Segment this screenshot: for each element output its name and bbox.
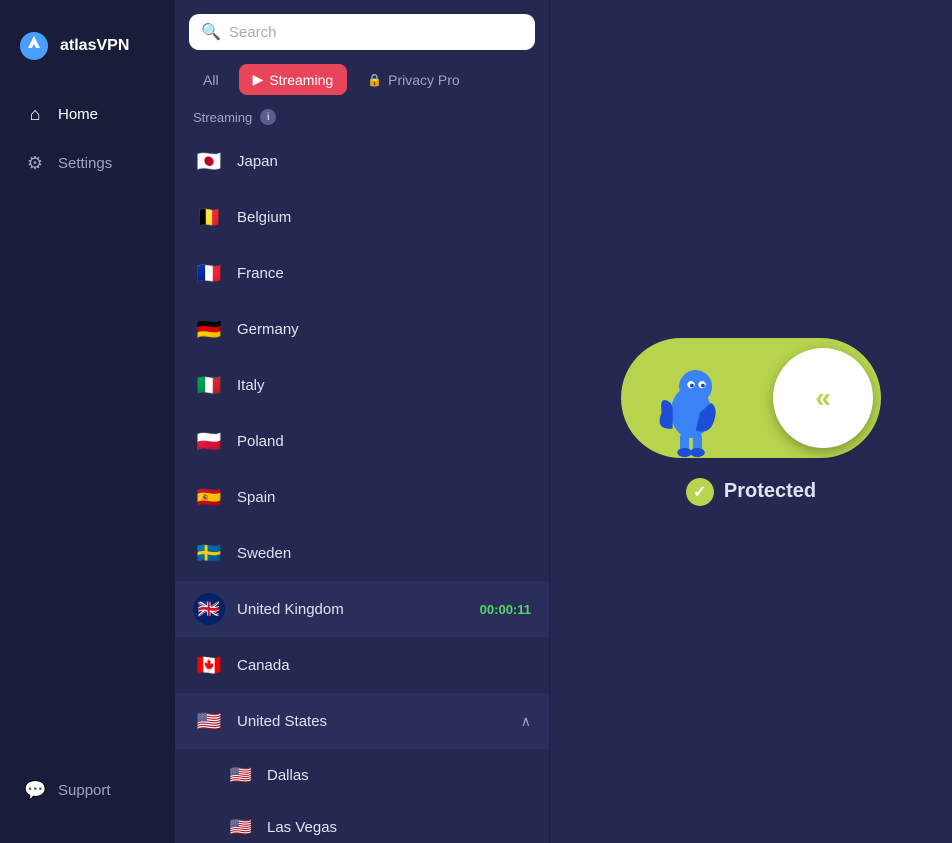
location-name-uk: United Kingdom xyxy=(237,601,468,618)
support-icon: 💬 xyxy=(24,780,46,801)
tab-streaming-label: Streaming xyxy=(269,72,333,88)
flag-germany: 🇩🇪 xyxy=(193,313,225,345)
tab-streaming[interactable]: ▶ Streaming xyxy=(239,64,348,95)
sidebar-item-home[interactable]: ⌂ Home xyxy=(10,92,165,137)
flag-belgium: 🇧🇪 xyxy=(193,201,225,233)
flag-us: 🇺🇸 xyxy=(193,705,225,737)
location-list: 🇯🇵 Japan 🇧🇪 Belgium 🇫🇷 France 🇩🇪 Germany xyxy=(175,133,549,843)
sidebar-item-settings-label: Settings xyxy=(58,155,112,172)
sidebar-item-settings[interactable]: ⚙ Settings xyxy=(10,141,165,186)
location-name-belgium: Belgium xyxy=(237,209,531,226)
home-icon: ⌂ xyxy=(24,104,46,125)
location-item-us[interactable]: 🇺🇸 United States ∧ xyxy=(175,693,549,749)
location-name-las-vegas: Las Vegas xyxy=(267,819,531,836)
sidebar-item-support-label: Support xyxy=(58,782,111,799)
settings-icon: ⚙ xyxy=(24,153,46,174)
location-name-canada: Canada xyxy=(237,657,531,674)
lock-icon: 🔒 xyxy=(367,73,382,87)
location-name-italy: Italy xyxy=(237,377,531,394)
protected-check-icon: ✓ xyxy=(686,478,714,506)
sidebar-item-support[interactable]: 💬 Support xyxy=(10,768,165,813)
chevron-up-icon: ∧ xyxy=(521,713,531,730)
sidebar-nav: ⌂ Home ⚙ Settings xyxy=(0,92,175,768)
right-panel: « ✓ Protected xyxy=(550,0,952,843)
location-item-japan[interactable]: 🇯🇵 Japan xyxy=(175,133,549,189)
flag-canada: 🇨🇦 xyxy=(193,649,225,681)
info-icon[interactable]: i xyxy=(260,109,276,125)
location-item-canada[interactable]: 🇨🇦 Canada xyxy=(175,637,549,693)
search-icon: 🔍 xyxy=(201,22,221,42)
vpn-toggle[interactable]: « xyxy=(621,338,881,458)
flag-las-vegas: 🇺🇸 xyxy=(227,813,255,841)
logo-text: atlasVPN xyxy=(60,37,129,55)
location-name-france: France xyxy=(237,265,531,282)
search-box[interactable]: 🔍 xyxy=(189,14,535,50)
tab-all[interactable]: All xyxy=(189,65,233,95)
flag-poland: 🇵🇱 xyxy=(193,425,225,457)
location-name-spain: Spain xyxy=(237,489,531,506)
search-container: 🔍 xyxy=(175,0,549,60)
toggle-circle[interactable]: « xyxy=(773,348,873,448)
location-item-sweden[interactable]: 🇸🇪 Sweden xyxy=(175,525,549,581)
sidebar-item-home-label: Home xyxy=(58,106,98,123)
tab-privacy-pro[interactable]: 🔒 Privacy Pro xyxy=(353,65,474,95)
tab-privacy-pro-label: Privacy Pro xyxy=(388,72,460,88)
location-item-spain[interactable]: 🇪🇸 Spain xyxy=(175,469,549,525)
vpn-toggle-container: « ✓ Protected xyxy=(621,338,881,506)
sidebar: atlasVPN ⌂ Home ⚙ Settings 💬 Support xyxy=(0,0,175,843)
location-item-poland[interactable]: 🇵🇱 Poland xyxy=(175,413,549,469)
flag-dallas: 🇺🇸 xyxy=(227,761,255,789)
location-name-us: United States xyxy=(237,713,509,730)
section-header: Streaming i xyxy=(175,105,549,133)
flag-japan: 🇯🇵 xyxy=(193,145,225,177)
location-panel: 🔍 All ▶ Streaming 🔒 Privacy Pro Streamin… xyxy=(175,0,550,843)
location-item-france[interactable]: 🇫🇷 France xyxy=(175,245,549,301)
protected-label-text: Protected xyxy=(724,480,816,503)
tab-all-label: All xyxy=(203,72,219,88)
atlas-logo-icon xyxy=(18,30,50,62)
location-name-japan: Japan xyxy=(237,153,531,170)
location-item-uk[interactable]: 🇬🇧 United Kingdom 00:00:11 xyxy=(175,581,549,637)
location-item-belgium[interactable]: 🇧🇪 Belgium xyxy=(175,189,549,245)
search-input[interactable] xyxy=(229,24,523,41)
location-name-poland: Poland xyxy=(237,433,531,450)
location-item-dallas[interactable]: 🇺🇸 Dallas xyxy=(175,749,549,801)
location-name-dallas: Dallas xyxy=(267,767,531,784)
main-area: 🔍 All ▶ Streaming 🔒 Privacy Pro Streamin… xyxy=(175,0,952,843)
flag-sweden: 🇸🇪 xyxy=(193,537,225,569)
vpn-character xyxy=(641,348,741,458)
logo: atlasVPN xyxy=(0,20,175,92)
location-item-italy[interactable]: 🇮🇹 Italy xyxy=(175,357,549,413)
location-name-sweden: Sweden xyxy=(237,545,531,562)
location-item-las-vegas[interactable]: 🇺🇸 Las Vegas xyxy=(175,801,549,843)
protected-status: ✓ Protected xyxy=(686,478,816,506)
flag-italy: 🇮🇹 xyxy=(193,369,225,401)
connection-timer-uk: 00:00:11 xyxy=(480,602,531,617)
toggle-arrows-icon: « xyxy=(815,382,831,414)
location-item-germany[interactable]: 🇩🇪 Germany xyxy=(175,301,549,357)
section-title: Streaming xyxy=(193,110,252,125)
flag-france: 🇫🇷 xyxy=(193,257,225,289)
streaming-play-icon: ▶ xyxy=(253,71,264,88)
flag-uk: 🇬🇧 xyxy=(193,593,225,625)
location-name-germany: Germany xyxy=(237,321,531,338)
tabs-container: All ▶ Streaming 🔒 Privacy Pro xyxy=(175,60,549,105)
sidebar-support: 💬 Support xyxy=(0,768,175,823)
flag-spain: 🇪🇸 xyxy=(193,481,225,513)
